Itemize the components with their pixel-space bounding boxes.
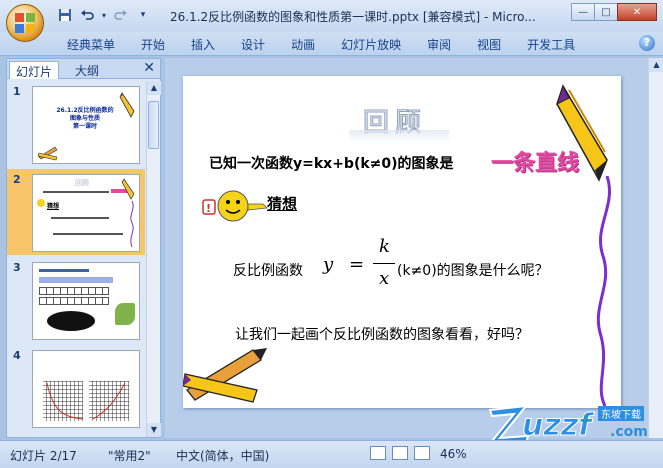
tab-view[interactable]: 视图: [464, 36, 514, 53]
minimize-button[interactable]: —: [571, 3, 595, 21]
fraction-bar: [373, 263, 395, 264]
thumb-heading: 回顾: [75, 179, 89, 187]
save-icon[interactable]: [56, 7, 74, 23]
squiggle-icon: [130, 201, 134, 247]
language[interactable]: 中文(简体，中国): [176, 447, 269, 464]
question-prefix: 反比例函数: [233, 263, 303, 279]
undo-dropdown-icon[interactable]: ▾: [100, 7, 108, 23]
squiggle-line-icon: [596, 176, 611, 406]
maximize-button[interactable]: □: [594, 3, 618, 21]
scroll-thumb[interactable]: [148, 101, 159, 149]
question-suffix: (k≠0)的图象是什么呢？: [397, 263, 549, 279]
thumbnail-number: 4: [13, 349, 21, 362]
scroll-down-icon[interactable]: ▼: [147, 423, 161, 437]
pane-tabs: 幻灯片 大纲 ✕: [7, 59, 160, 79]
tab-design[interactable]: 设计: [228, 36, 278, 53]
tab-animation[interactable]: 动画: [278, 36, 328, 53]
help-icon[interactable]: ?: [639, 35, 655, 51]
thumbnail-row[interactable]: 1 26.1.2反比例函数的 图象与性质 第一课时: [7, 81, 145, 167]
pencils-icon: [37, 146, 58, 161]
ribbon-tabs: 经典菜单 开始 插入 设计 动画 幻灯片放映 审阅 视图 开发工具: [54, 36, 588, 53]
redo-icon[interactable]: [112, 7, 130, 23]
thumbnail-list: 1 26.1.2反比例函数的 图象与性质 第一课时 2 回顾 猜想 3 4: [7, 81, 145, 437]
pencil-icon: [119, 92, 135, 118]
pencils-icon: [183, 348, 267, 403]
thumbnail-row[interactable]: 3: [7, 257, 145, 343]
slideshow-icon[interactable]: [414, 446, 430, 460]
thumb-title-line: 第一课时: [72, 123, 97, 130]
thumbnail-row-selected[interactable]: 2 回顾 猜想: [7, 169, 145, 255]
office-button[interactable]: [6, 4, 44, 42]
watermark-sub: 东坡下载: [598, 406, 644, 421]
slide-thumbnail-3[interactable]: [32, 262, 140, 340]
slides-pane: 幻灯片 大纲 ✕ 1 26.1.2反比例函数的 图象与性质 第一课时 2 回顾: [6, 58, 161, 438]
scroll-up-icon[interactable]: ▲: [649, 58, 663, 72]
slide-sorter-icon[interactable]: [392, 446, 408, 460]
thumbnail-number: 3: [13, 261, 21, 274]
tab-home[interactable]: 开始: [128, 36, 178, 53]
pencil-icon: [121, 178, 135, 200]
formula-numerator: k: [379, 236, 390, 257]
ribbon: 经典菜单 开始 插入 设计 动画 幻灯片放映 审阅 视图 开发工具 ?: [0, 32, 663, 56]
answer-text: 一条直线: [491, 151, 580, 176]
tab-insert[interactable]: 插入: [178, 36, 228, 53]
thumbnail-number: 1: [13, 85, 21, 98]
formula-denominator: x: [379, 268, 390, 289]
window-controls: — □ ✕: [571, 3, 657, 21]
pane-close-icon[interactable]: ✕: [143, 60, 155, 76]
slide-editing-area: 回顾 已知一次函数y=kx+b(k≠0)的图象是 一条直线 ! 猜想 反比例函数…: [165, 58, 648, 438]
slide-thumbnail-4[interactable]: [32, 350, 140, 428]
thumb-title-line: 图象与性质: [69, 115, 100, 122]
curve-icon: [46, 382, 126, 420]
tab-slides[interactable]: 幻灯片: [9, 61, 60, 79]
tab-outline[interactable]: 大纲: [69, 61, 105, 79]
tab-slideshow[interactable]: 幻灯片放映: [328, 36, 414, 53]
watermark-url: .com: [610, 424, 648, 440]
tab-classic-menu[interactable]: 经典菜单: [54, 36, 128, 53]
thumb-guess: 猜想: [47, 203, 60, 210]
undo-icon[interactable]: [78, 7, 96, 23]
customize-icon[interactable]: ▾: [134, 7, 152, 23]
tab-developer[interactable]: 开发工具: [514, 36, 588, 53]
formula-equals: =: [349, 254, 365, 275]
tab-review[interactable]: 审阅: [414, 36, 464, 53]
title-bar: ▾ ▾ 26.1.2反比例函数的图象和性质第一课时.pptx [兼容模式] - …: [0, 0, 663, 32]
slide-scrollbar[interactable]: ▲: [648, 58, 663, 438]
invite-text: 让我们一起画个反比例函数的图象看看，好吗？: [235, 327, 529, 343]
thumbnail-number: 2: [13, 173, 21, 186]
line-one-text: 已知一次函数y=kx+b(k≠0)的图象是: [209, 156, 454, 172]
thumbnail-row[interactable]: 4: [7, 345, 145, 431]
close-button[interactable]: ✕: [617, 3, 657, 21]
guess-label: 猜想: [267, 195, 298, 213]
slide-thumbnail-2[interactable]: 回顾 猜想: [32, 174, 140, 252]
scroll-up-icon[interactable]: ▲: [147, 81, 161, 95]
quick-access-toolbar: ▾ ▾: [56, 7, 152, 23]
watermark-brand: uzzf: [521, 408, 592, 444]
svg-text:!: !: [206, 202, 211, 215]
window-title: 26.1.2反比例函数的图象和性质第一课时.pptx [兼容模式] - Micr…: [170, 10, 536, 24]
slide-position: 幻灯片 2/17: [10, 449, 77, 463]
pane-scrollbar[interactable]: ▲ ▼: [146, 81, 161, 437]
office-logo-icon: [15, 13, 35, 33]
thumb-title-line: 26.1.2反比例函数的: [56, 107, 114, 114]
slide-canvas[interactable]: 回顾 已知一次函数y=kx+b(k≠0)的图象是 一条直线 ! 猜想 反比例函数…: [183, 76, 621, 408]
theme-name[interactable]: "常用2": [108, 447, 151, 464]
heading-reflection: [349, 130, 449, 142]
zoom-level[interactable]: 46%: [440, 447, 467, 461]
normal-view-icon[interactable]: [370, 446, 386, 460]
status-bar: 幻灯片 2/17 "常用2" 中文(简体，中国) 46%: [0, 440, 663, 468]
slide-thumbnail-1[interactable]: 26.1.2反比例函数的 图象与性质 第一课时: [32, 86, 140, 164]
formula-y: y: [323, 254, 334, 275]
